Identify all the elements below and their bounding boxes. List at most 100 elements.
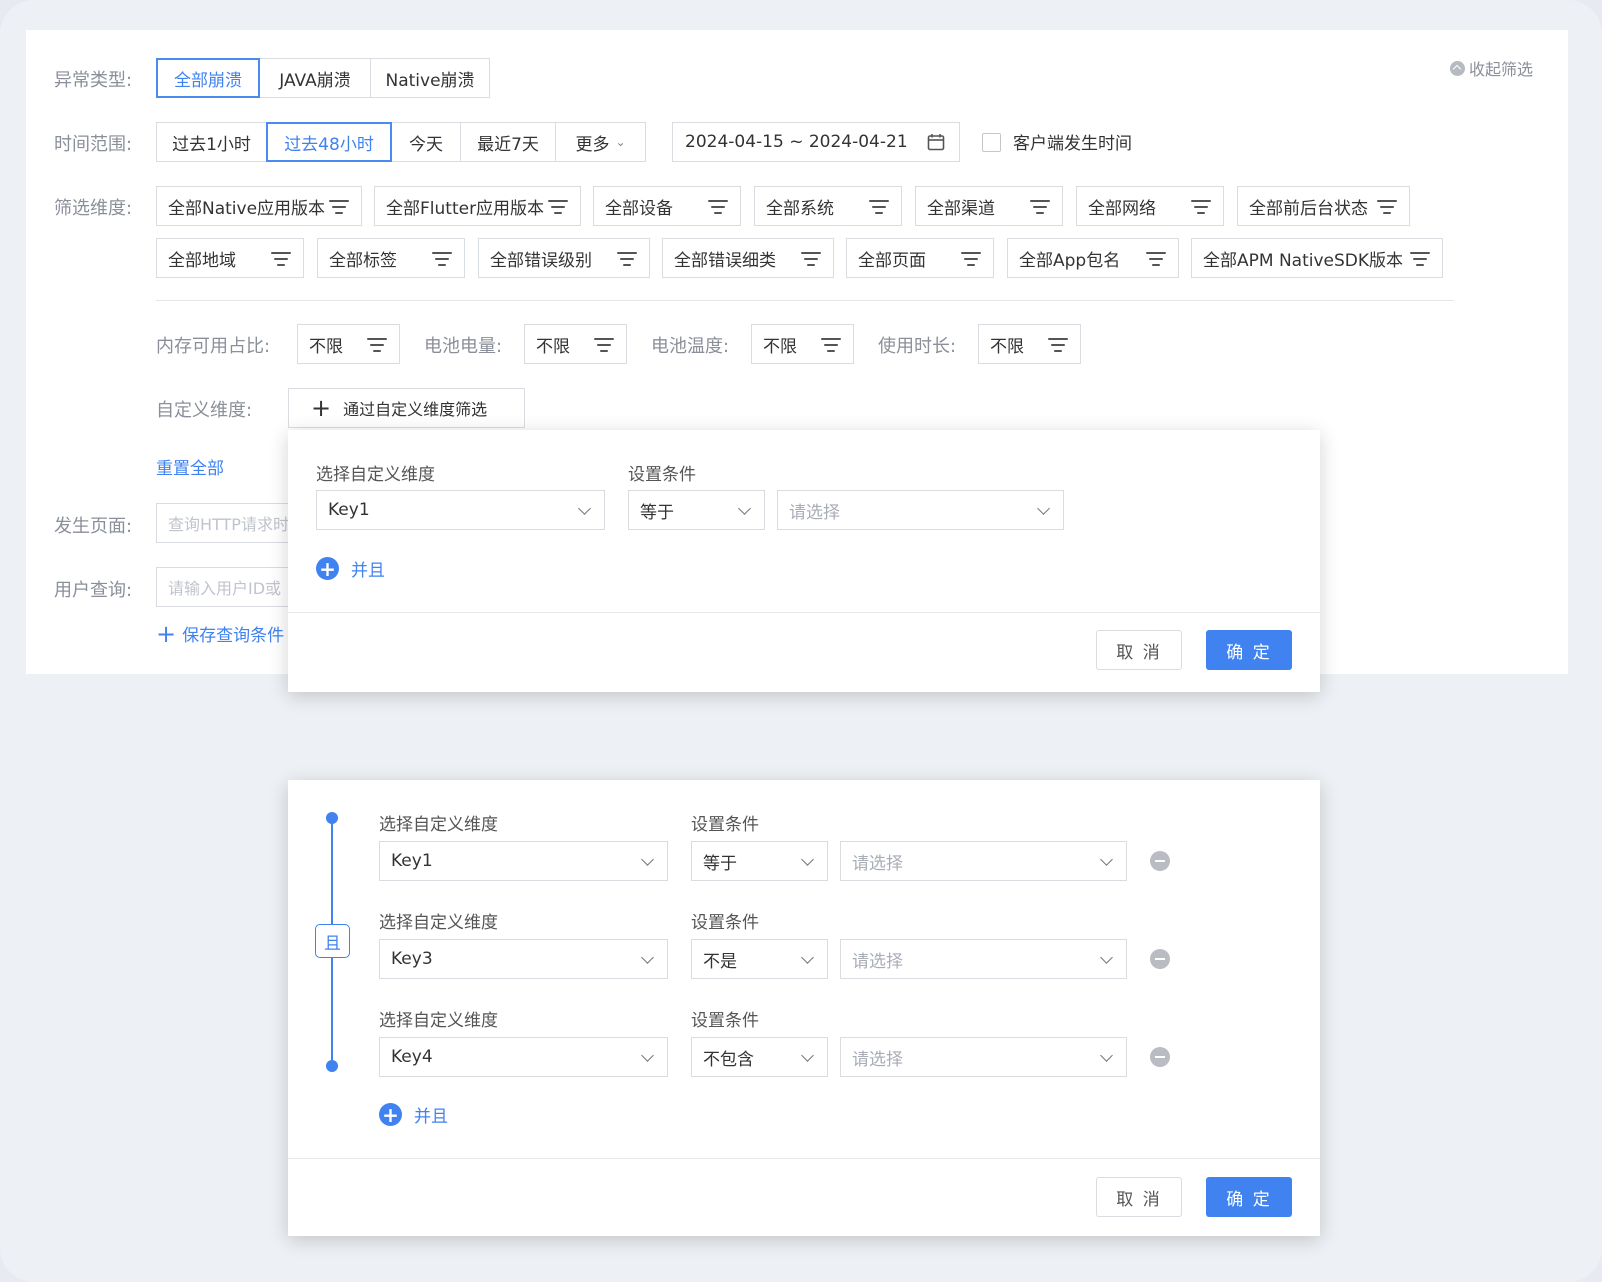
chip-label: 全部设备 — [605, 198, 673, 219]
battery-temp-select[interactable]: 不限 — [751, 324, 854, 364]
condition-value: 等于 — [640, 502, 674, 523]
battery-level-value: 不限 — [536, 336, 570, 357]
dimension-chip[interactable]: 全部设备 — [593, 186, 741, 226]
confirm-button[interactable]: 确 定 — [1206, 1177, 1292, 1217]
dimension-chip[interactable]: 全部地域 — [156, 238, 304, 278]
chip-label: 全部Flutter应用版本 — [386, 198, 545, 219]
condition-label: 设置条件 — [628, 465, 696, 485]
dimension-chip[interactable]: 全部错误细类 — [662, 238, 834, 278]
exception-type-segment: 全部崩溃 JAVA崩溃 Native崩溃 — [156, 58, 490, 98]
add-condition-button[interactable]: + 并且 — [316, 556, 385, 581]
dimension-chip[interactable]: 全部App包名 — [1007, 238, 1179, 278]
time-option-more[interactable]: 更多 ⌄ — [555, 122, 646, 162]
memory-label: 内存可用占比: — [156, 336, 271, 357]
reset-all-link[interactable]: 重置全部 — [156, 454, 224, 479]
time-option-1h[interactable]: 过去1小时 — [156, 122, 267, 162]
filter-icon — [801, 252, 821, 266]
condition-select[interactable]: 等于 — [628, 490, 765, 530]
page-search-input[interactable]: 查询HTTP请求时 — [156, 503, 296, 543]
condition-select[interactable]: 等于 — [691, 841, 828, 881]
dimension-chip[interactable]: 全部渠道 — [915, 186, 1063, 226]
exception-type-label: 异常类型: — [54, 70, 133, 91]
condition-select[interactable]: 不包含 — [691, 1037, 828, 1077]
time-option-today[interactable]: 今天 — [391, 122, 461, 162]
chevron-down-icon — [801, 951, 814, 964]
remove-condition-icon[interactable] — [1150, 1047, 1170, 1067]
chip-label: 全部前后台状态 — [1249, 198, 1368, 219]
filter-icon — [1048, 338, 1068, 352]
timeline-end-dot — [326, 1060, 338, 1072]
and-operator-tag[interactable]: 且 — [315, 924, 350, 958]
chip-label: 全部App包名 — [1019, 250, 1121, 271]
custom-dimension-popup-multi: 选择自定义维度 设置条件 Key1 等于 请选择 选择自定义维度 设置条件 Ke… — [288, 780, 1320, 1236]
time-option-7d[interactable]: 最近7天 — [460, 122, 556, 162]
confirm-button[interactable]: 确 定 — [1206, 630, 1292, 670]
timeline-start-dot — [326, 812, 338, 824]
filter-icon — [617, 252, 637, 266]
memory-select[interactable]: 不限 — [297, 324, 400, 364]
battery-level-label: 电池电量: — [424, 336, 503, 357]
dimension-chip[interactable]: 全部Flutter应用版本 — [374, 186, 581, 226]
remove-condition-icon[interactable] — [1150, 851, 1170, 871]
save-query-link[interactable]: + 保存查询条件 — [156, 621, 284, 647]
collapse-filter-link[interactable]: 收起筛选 — [1450, 56, 1533, 80]
condition-select[interactable]: 不是 — [691, 939, 828, 979]
chevron-down-icon — [1100, 1049, 1113, 1062]
custom-dimension-button[interactable]: + 通过自定义维度筛选 — [288, 388, 525, 428]
value-select[interactable]: 请选择 — [777, 490, 1064, 530]
chevron-down-icon — [738, 502, 751, 515]
dimension-value: Key3 — [391, 949, 433, 969]
dimension-chip[interactable]: 全部错误级别 — [478, 238, 650, 278]
add-condition-label: 并且 — [351, 561, 385, 581]
chip-label: 全部标签 — [329, 250, 397, 271]
chip-label: 全部地域 — [168, 250, 236, 271]
dimension-select[interactable]: Key3 — [379, 939, 668, 979]
popup-divider — [288, 1158, 1320, 1159]
filter-icon — [1146, 252, 1166, 266]
plus-circle-icon: + — [316, 557, 339, 580]
dimension-chip[interactable]: 全部页面 — [846, 238, 994, 278]
battery-level-select[interactable]: 不限 — [524, 324, 627, 364]
custom-dimension-label: 自定义维度: — [156, 400, 253, 421]
add-condition-button[interactable]: + 并且 — [379, 1102, 448, 1127]
dimension-chip[interactable]: 全部标签 — [317, 238, 465, 278]
condition-label: 设置条件 — [691, 1011, 759, 1031]
filter-icon — [548, 200, 568, 214]
exception-type-option-native[interactable]: Native崩溃 — [370, 58, 490, 98]
value-select[interactable]: 请选择 — [840, 841, 1127, 881]
dimension-chip[interactable]: 全部系统 — [754, 186, 902, 226]
exception-type-option-all[interactable]: 全部崩溃 — [156, 58, 260, 98]
value-select[interactable]: 请选择 — [840, 939, 1127, 979]
time-option-48h[interactable]: 过去48小时 — [266, 122, 392, 162]
dimension-chip[interactable]: 全部Native应用版本 — [156, 186, 362, 226]
value-select[interactable]: 请选择 — [840, 1037, 1127, 1077]
usage-time-value: 不限 — [990, 336, 1024, 357]
remove-condition-icon[interactable] — [1150, 949, 1170, 969]
exception-type-option-java[interactable]: JAVA崩溃 — [259, 58, 371, 98]
cancel-button[interactable]: 取 消 — [1096, 630, 1182, 670]
dimension-chip[interactable]: 全部APM NativeSDK版本 — [1191, 238, 1443, 278]
dimension-select[interactable]: Key4 — [379, 1037, 668, 1077]
cancel-button[interactable]: 取 消 — [1096, 1177, 1182, 1217]
date-range-value: 2024-04-15 ~ 2024-04-21 — [685, 132, 908, 152]
chevron-down-icon — [641, 853, 654, 866]
popup-divider — [288, 612, 1320, 613]
filter-icon — [271, 252, 291, 266]
usage-time-select[interactable]: 不限 — [978, 324, 1081, 364]
dimension-chip[interactable]: 全部网络 — [1076, 186, 1224, 226]
condition-value: 不包含 — [703, 1049, 754, 1070]
filter-icon — [1030, 200, 1050, 214]
filter-icon — [594, 338, 614, 352]
plus-circle-icon: + — [379, 1103, 402, 1126]
add-condition-label: 并且 — [414, 1107, 448, 1127]
client-time-checkbox[interactable] — [982, 133, 1001, 152]
dimension-chip[interactable]: 全部前后台状态 — [1237, 186, 1410, 226]
dimensions-label: 筛选维度: — [54, 198, 133, 219]
dimension-select[interactable]: Key1 — [316, 490, 605, 530]
user-search-input[interactable]: 请输入用户ID或 — [156, 567, 296, 607]
value-placeholder: 请选择 — [789, 502, 840, 523]
dimension-value: Key4 — [391, 1047, 433, 1067]
date-range-picker[interactable]: 2024-04-15 ~ 2024-04-21 — [672, 122, 960, 162]
dimension-select[interactable]: Key1 — [379, 841, 668, 881]
condition-label: 设置条件 — [691, 815, 759, 835]
